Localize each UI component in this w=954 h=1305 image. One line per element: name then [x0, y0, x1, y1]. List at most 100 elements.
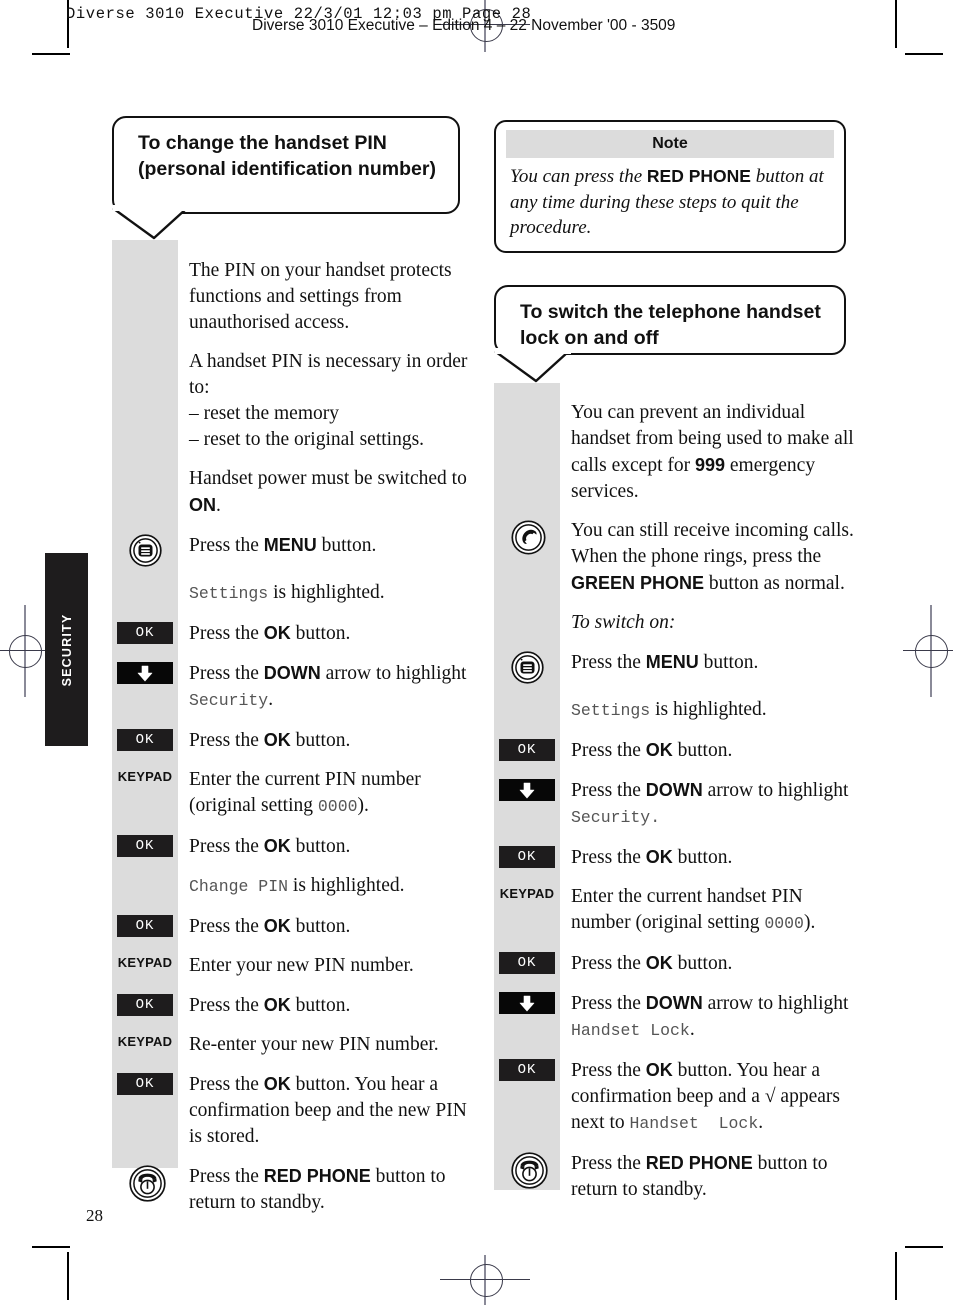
registration-mark-bottom-center: [440, 1255, 530, 1305]
ok-key-icon[interactable]: OK: [117, 622, 173, 644]
ok-key-icon[interactable]: OK: [117, 994, 173, 1016]
step-row: Change PIN is highlighted.: [112, 873, 472, 900]
step-text: Settings is highlighted.: [571, 699, 767, 720]
ok-key-icon[interactable]: OK: [117, 835, 173, 857]
note-box: Note You can press the RED PHONE button …: [494, 120, 846, 253]
step-icon-cell: [112, 349, 178, 351]
menu-button-icon[interactable]: [510, 651, 544, 684]
down-arrow-key-icon[interactable]: [499, 779, 555, 801]
step-text: Press the DOWN arrow to highlight Securi…: [571, 780, 849, 827]
step-row: Settings is highlighted.: [494, 697, 854, 724]
keypad-label-icon[interactable]: KEYPAD: [500, 886, 554, 901]
step-text: A handset PIN is necessary in order to: –…: [189, 351, 468, 450]
step-row: The PIN on your handset protects functio…: [112, 258, 472, 336]
step-text: Press the OK button.: [189, 836, 351, 857]
step-row: You can prevent an individual handset fr…: [494, 400, 854, 505]
down-arrow-glyph: [519, 995, 535, 1011]
step-icon-cell: [112, 1163, 178, 1202]
step-icon-cell: OK: [494, 1057, 560, 1081]
step-text: Enter your new PIN number.: [189, 955, 414, 976]
step-row: Press the MENU button.: [494, 649, 854, 684]
ok-key-icon[interactable]: OK: [499, 739, 555, 761]
step-icon-cell: [494, 400, 560, 402]
ok-key-icon[interactable]: OK: [499, 846, 555, 868]
step-row: OK Press the OK button.: [112, 727, 472, 754]
step-row: OK Press the OK button.: [494, 950, 854, 977]
red-phone-icon[interactable]: [510, 1152, 548, 1189]
keypad-label-icon[interactable]: KEYPAD: [118, 955, 172, 970]
step-row: OK Press the OK button. You hear a confir…: [494, 1057, 854, 1137]
step-icon-cell: [112, 258, 178, 260]
step-icon-cell: [494, 990, 560, 1014]
step-icon-cell: KEYPAD: [494, 884, 560, 901]
red-phone-icon[interactable]: [128, 1165, 166, 1202]
ok-key-icon[interactable]: OK: [117, 1073, 173, 1095]
step-icon-cell: OK: [112, 833, 178, 857]
step-text: Settings is highlighted.: [189, 582, 385, 603]
step-icon-cell: [494, 697, 560, 699]
step-row: OK Press the OK button.: [112, 992, 472, 1019]
step-row: Press the MENU button.: [112, 532, 472, 567]
step-icon-cell: OK: [494, 950, 560, 974]
step-row: OK Press the OK button.: [112, 620, 472, 647]
crop-mark-bottom-left-vertical: [67, 1252, 69, 1300]
section-tab-security: SECURITY: [45, 553, 88, 746]
step-row: KEYPAD Enter the current PIN number (orig…: [112, 767, 472, 820]
note-title: Note: [506, 130, 834, 158]
step-icon-cell: OK: [494, 737, 560, 761]
left-column-heading-bubble: To change the handset PIN (personal iden…: [112, 116, 460, 214]
step-text: The PIN on your handset protects functio…: [189, 260, 452, 333]
keypad-label-icon[interactable]: KEYPAD: [118, 1034, 172, 1049]
ok-key-icon[interactable]: OK: [117, 915, 173, 937]
step-text: Press the OK button. You hear a confirma…: [189, 1074, 467, 1147]
step-text: Press the OK button.: [189, 995, 351, 1016]
section-tab-label: SECURITY: [59, 613, 74, 686]
step-row: OK Press the OK button.: [494, 844, 854, 871]
ok-key-icon[interactable]: OK: [499, 952, 555, 974]
note-body: You can press the RED PHONE button at an…: [510, 166, 824, 238]
right-column-steps: You can prevent an individual handset fr…: [494, 400, 854, 1216]
step-row: Handset power must be switched to ON.: [112, 466, 472, 519]
step-row: Press the DOWN arrow to highlight Securi…: [112, 660, 472, 714]
step-text: Change PIN is highlighted.: [189, 875, 405, 896]
step-icon-cell: [494, 777, 560, 801]
right-heading-bubble-tail: [494, 348, 571, 383]
step-row: KEYPAD Enter the current handset PIN numb…: [494, 884, 854, 937]
crop-mark-top-right-horizontal: [905, 53, 943, 55]
menu-button-icon[interactable]: [128, 534, 162, 567]
registration-mark-right: [898, 605, 954, 697]
step-text: To switch on:: [571, 612, 676, 633]
step-icon-cell: OK: [112, 1071, 178, 1095]
step-icon-cell: [112, 466, 178, 468]
step-row: Press the RED PHONE button to return to …: [494, 1150, 854, 1203]
step-icon-cell: OK: [112, 620, 178, 644]
step-icon-cell: [494, 518, 560, 555]
down-arrow-key-icon[interactable]: [117, 662, 173, 684]
keypad-label-icon[interactable]: KEYPAD: [118, 769, 172, 784]
step-text: Enter the current handset PIN number (or…: [571, 886, 816, 933]
ok-key-icon[interactable]: OK: [117, 729, 173, 751]
step-icon-cell: [112, 580, 178, 582]
ok-key-icon[interactable]: OK: [499, 1059, 555, 1081]
step-row: OK Press the OK button.: [112, 833, 472, 860]
step-text: You can prevent an individual handset fr…: [571, 402, 854, 502]
green-phone-icon[interactable]: [510, 520, 546, 555]
step-row: Settings is highlighted.: [112, 580, 472, 607]
step-text: Re-enter your new PIN number.: [189, 1034, 439, 1055]
step-icon-cell: KEYPAD: [112, 953, 178, 970]
crop-mark-top-left-horizontal: [32, 53, 70, 55]
step-icon-cell: KEYPAD: [112, 1032, 178, 1049]
step-text: Press the MENU button.: [189, 535, 377, 556]
step-text: Press the OK button.: [571, 740, 733, 761]
down-arrow-key-icon[interactable]: [499, 992, 555, 1014]
step-row: KEYPAD Re-enter your new PIN number.: [112, 1032, 472, 1058]
step-icon-cell: OK: [112, 727, 178, 751]
crop-mark-top-right-vertical: [895, 0, 897, 48]
step-icon-cell: OK: [494, 844, 560, 868]
step-row: A handset PIN is necessary in order to: –…: [112, 349, 472, 453]
step-text: Press the OK button.: [571, 847, 733, 868]
step-text: You can still receive incoming calls. Wh…: [571, 520, 854, 594]
step-icon-cell: OK: [112, 992, 178, 1016]
step-icon-cell: [112, 532, 178, 567]
step-row: Press the RED PHONE button to return to …: [112, 1163, 472, 1216]
